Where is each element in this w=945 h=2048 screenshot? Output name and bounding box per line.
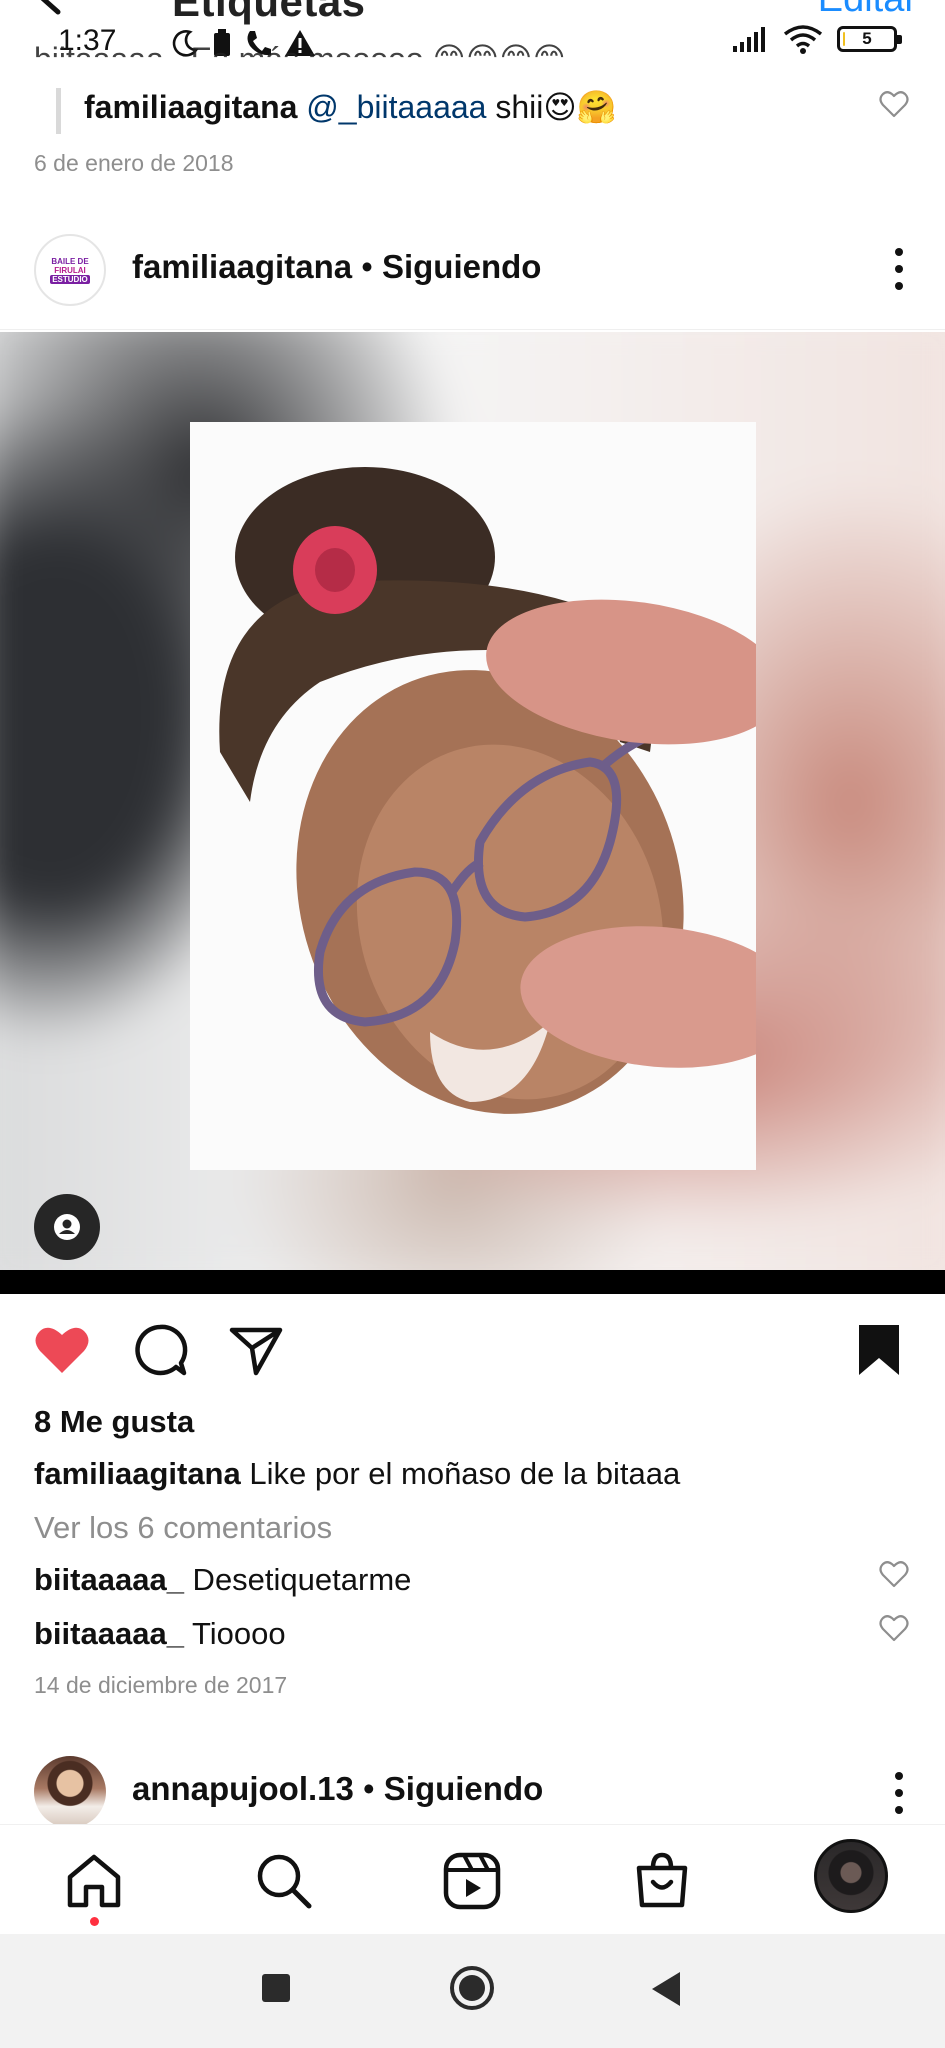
likes-count[interactable]: 8 Me gusta bbox=[34, 1404, 194, 1440]
more-options-icon[interactable] bbox=[893, 1772, 905, 1814]
post-photo bbox=[190, 422, 756, 1170]
image-bottom-band bbox=[0, 1270, 945, 1294]
edit-button[interactable]: Editar bbox=[818, 0, 917, 21]
post-date: 14 de diciembre de 2017 bbox=[34, 1672, 288, 1698]
caption-text: Like por el moñaso de la bitaaa bbox=[240, 1456, 681, 1491]
comment-like-heart-icon[interactable] bbox=[879, 90, 909, 118]
tagged-people-icon[interactable] bbox=[34, 1194, 100, 1260]
post-username-row: familiaagitana • Siguiendo bbox=[132, 248, 541, 286]
signal-icon bbox=[733, 27, 765, 52]
share-send-icon[interactable] bbox=[226, 1320, 286, 1380]
comment-username[interactable]: biitaaaaa_ bbox=[34, 1616, 184, 1651]
avatar-logo-line-2: FIRULAI bbox=[54, 265, 86, 275]
reply-username[interactable]: familiaagitana bbox=[84, 89, 297, 125]
save-bookmark-icon[interactable] bbox=[849, 1320, 909, 1380]
system-home-icon[interactable] bbox=[450, 1966, 494, 2010]
post-avatar[interactable]: BAILE DE FIRULAI ESTUDIO bbox=[34, 234, 106, 306]
search-icon[interactable] bbox=[254, 1851, 314, 1911]
post-username[interactable]: familiaagitana bbox=[132, 248, 352, 285]
home-icon[interactable] bbox=[64, 1851, 124, 1911]
wifi-icon bbox=[783, 25, 823, 54]
separator-dot: • bbox=[353, 1770, 384, 1807]
reply-mention[interactable]: @_biitaaaaa bbox=[306, 89, 486, 125]
reels-icon[interactable] bbox=[442, 1851, 502, 1911]
post-image[interactable] bbox=[0, 332, 945, 1270]
reply-comment: familiaagitana @_biitaaaaa shii😍🤗 bbox=[84, 88, 617, 126]
post-header: BAILE DE FIRULAI ESTUDIO familiaagitana … bbox=[0, 226, 945, 330]
next-post-avatar[interactable] bbox=[34, 1756, 106, 1824]
separator-dot: • bbox=[352, 248, 382, 285]
avatar-logo: BAILE DE FIRULAI ESTUDIO bbox=[42, 255, 98, 285]
system-nav-bar bbox=[0, 1934, 945, 2048]
comment-username[interactable]: biitaaaaa_ bbox=[34, 1562, 184, 1597]
profile-avatar-tab[interactable] bbox=[814, 1839, 888, 1913]
comment-icon[interactable] bbox=[130, 1320, 190, 1380]
battery-tip bbox=[897, 35, 902, 44]
page-title: Etiquetas bbox=[172, 0, 366, 25]
like-heart-icon[interactable] bbox=[32, 1320, 92, 1380]
back-arrow-icon[interactable] bbox=[32, 0, 102, 26]
comment-like-heart-icon[interactable] bbox=[879, 1560, 909, 1588]
comment-text: Desetiquetarme bbox=[183, 1562, 412, 1597]
notification-dot bbox=[90, 1917, 99, 1926]
comment-row: biitaaaaa_ Desetiquetarme bbox=[34, 1562, 411, 1598]
battery-icon: 5 bbox=[837, 26, 902, 52]
next-post-username[interactable]: annapujool.13 bbox=[132, 1770, 354, 1807]
status-icons-right: 5 bbox=[733, 24, 902, 54]
previous-post-date: 6 de enero de 2018 bbox=[34, 150, 234, 176]
following-status[interactable]: Siguiendo bbox=[382, 248, 542, 285]
top-header: Etiquetas Editar 1:37 5 bbox=[0, 0, 945, 72]
recent-apps-icon[interactable] bbox=[262, 1974, 290, 2002]
bottom-tab-bar bbox=[0, 1824, 945, 1934]
system-back-icon[interactable] bbox=[652, 1972, 680, 2006]
shop-bag-icon[interactable] bbox=[632, 1851, 692, 1911]
view-all-comments-link[interactable]: Ver los 6 comentarios bbox=[34, 1510, 332, 1546]
comment-row: biitaaaaa_ Tioooo bbox=[34, 1616, 286, 1652]
battery-level: 5 bbox=[862, 29, 872, 48]
caption-username[interactable]: familiaagitana bbox=[34, 1456, 241, 1491]
caption: familiaagitana Like por el moñaso de la … bbox=[34, 1456, 680, 1492]
following-status[interactable]: Siguiendo bbox=[384, 1770, 544, 1807]
comment-text: Tioooo bbox=[183, 1616, 286, 1651]
next-post-header: annapujool.13 • Siguiendo bbox=[0, 1750, 945, 1824]
avatar-logo-line-3: ESTUDIO bbox=[50, 274, 90, 284]
next-post-username-row: annapujool.13 • Siguiendo bbox=[132, 1770, 543, 1808]
battery-fill bbox=[843, 32, 845, 46]
reply-text: shii😍🤗 bbox=[486, 89, 617, 125]
reply-thread-line bbox=[56, 88, 61, 134]
more-options-icon[interactable] bbox=[893, 248, 905, 290]
comment-like-heart-icon[interactable] bbox=[879, 1614, 909, 1642]
avatar-logo-line-1: BAILE DE bbox=[51, 256, 89, 266]
